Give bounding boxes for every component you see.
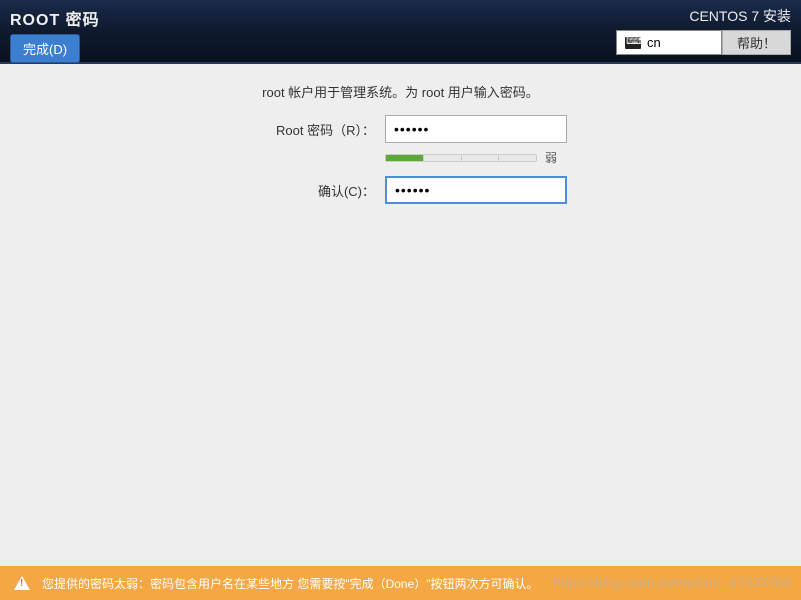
warning-bar: 您提供的密码太弱：密码包含用户名在某些地方 您需要按"完成（Done）"按钮两次… (0, 566, 801, 600)
strength-row: 弱 (385, 149, 781, 166)
header-left: ROOT 密码 完成(D) (10, 6, 100, 56)
root-password-input[interactable] (385, 115, 567, 143)
header-right: CENTOS 7 安装 cn 帮助！ (616, 6, 791, 56)
page-title: ROOT 密码 (10, 6, 100, 30)
confirm-row: 确认(C)： (20, 176, 781, 204)
password-strength-bar (385, 154, 537, 162)
done-button[interactable]: 完成(D) (10, 34, 80, 63)
strength-seg-4 (499, 155, 536, 161)
keyboard-icon (625, 37, 641, 49)
strength-seg-1 (386, 155, 424, 161)
warning-icon (14, 576, 30, 590)
lang-help-group: cn 帮助！ (616, 30, 791, 55)
strength-label: 弱 (545, 149, 557, 166)
strength-seg-3 (462, 155, 500, 161)
hint-text: root 帐户用于管理系统。为 root 用户输入密码。 (20, 82, 781, 101)
header-bar: ROOT 密码 完成(D) CENTOS 7 安装 cn 帮助！ (0, 0, 801, 64)
confirm-label: 确认(C)： (20, 181, 375, 200)
confirm-password-input[interactable] (385, 176, 567, 204)
warning-text: 您提供的密码太弱：密码包含用户名在某些地方 您需要按"完成（Done）"按钮两次… (42, 575, 539, 592)
install-title: CENTOS 7 安装 (689, 6, 791, 26)
content-area: root 帐户用于管理系统。为 root 用户输入密码。 Root 密码（R）：… (0, 64, 801, 228)
keyboard-layout-label: cn (647, 35, 661, 50)
password-row: Root 密码（R）： (20, 115, 781, 143)
help-button[interactable]: 帮助！ (722, 30, 791, 55)
password-label: Root 密码（R）： (20, 120, 375, 139)
keyboard-layout-selector[interactable]: cn (616, 30, 722, 55)
strength-seg-2 (424, 155, 462, 161)
